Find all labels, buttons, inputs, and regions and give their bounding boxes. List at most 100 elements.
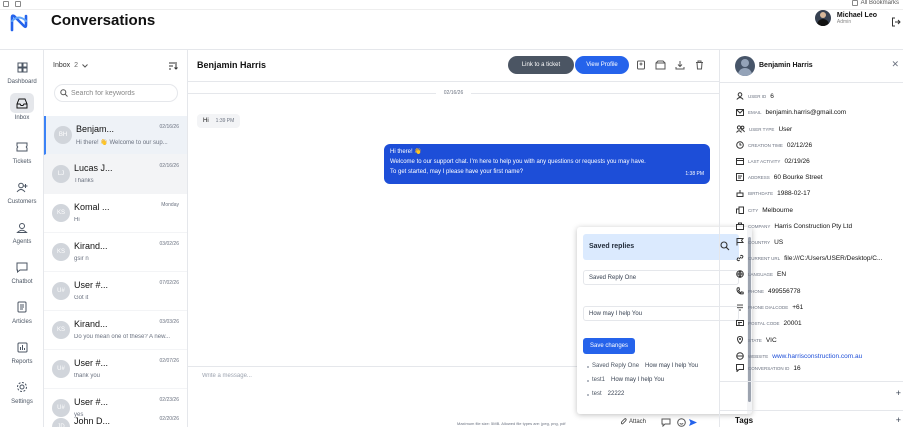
chatbot-icon [10, 257, 34, 277]
conversation-name: Kirand... [74, 319, 108, 329]
profile-field-company: Company Harris Construction Pty Ltd [736, 220, 852, 232]
trash-icon[interactable] [695, 60, 704, 70]
articles-icon [10, 297, 34, 317]
conversation-name: User #... [74, 397, 109, 407]
close-icon[interactable]: ✕ [891, 59, 899, 70]
view-profile-button[interactable]: View Profile [575, 56, 629, 74]
conversation-preview: gsir n [74, 256, 89, 262]
sidebar-item-agents[interactable]: Agents [0, 214, 44, 248]
conversation-preview: Thanks [74, 178, 94, 184]
conversation-item[interactable]: LJ Lucas J... 02/16/26 Thanks [44, 155, 187, 194]
saved-reply-item[interactable]: test 22222 [587, 391, 624, 397]
apps-icon[interactable] [15, 1, 21, 7]
calendar-icon [736, 157, 744, 165]
avatar: KS [52, 204, 70, 222]
conversation-item[interactable]: KS Kirand... 03/03/26 Do you mean one of… [44, 311, 187, 350]
logout-icon[interactable] [891, 17, 901, 27]
outgoing-message: Hi there! 👋 Welcome to our support chat.… [384, 144, 710, 184]
saved-reply-item[interactable]: test1 How may I help You [587, 377, 664, 383]
saved-replies-header: Saved replies [583, 234, 739, 260]
chat-header: Benjamin Harris Link to a ticket View Pr… [188, 50, 719, 82]
sidebar-item-reports[interactable]: Reports [0, 334, 44, 368]
page-title: Conversations [51, 12, 156, 29]
incoming-message: Hi 1:39 PM [197, 114, 241, 128]
city-icon [736, 206, 744, 214]
sidebar-item-tickets[interactable]: Tickets [0, 134, 44, 168]
avatar [814, 10, 831, 26]
web-icon [736, 352, 744, 360]
logo-icon[interactable] [8, 12, 30, 34]
saved-replies-title: Saved replies [589, 243, 635, 250]
conversation-name: Kirand... [74, 241, 108, 251]
conversation-date: 03/03/26 [159, 319, 179, 325]
dial-icon [736, 303, 744, 311]
avatar [735, 56, 755, 76]
emoji-icon[interactable] [677, 418, 686, 427]
conversation-preview: Got it [74, 295, 89, 301]
conversation-item[interactable]: BH Benjam... 02/16/26 Hi there! 👋 Welcom… [44, 116, 187, 155]
conversation-item[interactable]: KS Komal ... Monday Hi [44, 194, 187, 233]
message-time: 1:38 PM [685, 171, 704, 177]
profile-field-conversation-id: Conversation ID 16 [736, 362, 801, 374]
conversation-date: 02/23/26 [159, 397, 179, 403]
note-icon[interactable] [636, 60, 646, 70]
user-role: Admin [836, 18, 852, 25]
conversation-date: 07/02/26 [159, 280, 179, 286]
chat-icon [736, 364, 744, 372]
user-menu[interactable]: Michael Leo Admin [814, 10, 877, 26]
message-input[interactable] [202, 373, 562, 387]
profile-field-country: Country US [736, 236, 783, 248]
sidebar-item-inbox[interactable]: Inbox [0, 90, 44, 124]
conversation-preview: Do you mean one of these? A new... [74, 334, 171, 340]
profile-field-phone-dialcode: Phone Dialcode +61 [736, 301, 803, 313]
link-ticket-button[interactable]: Link to a ticket [508, 56, 574, 74]
dashboard-icon [10, 57, 34, 77]
folder-icon [851, 0, 858, 6]
all-bookmarks[interactable]: All Bookmarks [851, 0, 899, 6]
profile-field-phone: Phone 499556778 [736, 285, 801, 297]
saved-reply-item[interactable]: Saved Reply One How may I help You [587, 363, 698, 369]
download-icon[interactable] [675, 60, 685, 70]
profile-field-creation-time: Creation Time 02/12/26 [736, 139, 812, 151]
search-box[interactable] [54, 84, 178, 102]
reply-text-field[interactable]: How may I help You [583, 306, 739, 321]
mail-icon [736, 108, 744, 116]
profile-field-city: City Melbourne [736, 204, 793, 216]
users-icon [736, 125, 745, 133]
sidebar-item-chatbot[interactable]: Chatbot [0, 254, 44, 288]
date-separator: 02/16/26 [188, 88, 719, 98]
sidebar-item-dashboard[interactable]: Dashboard [0, 54, 44, 88]
profile-field-language: Language EN [736, 268, 786, 280]
sidebar-item-articles[interactable]: Articles [0, 294, 44, 328]
saved-replies-icon[interactable] [661, 418, 671, 427]
profile-field-state: State VIC [736, 334, 777, 346]
avatar: BH [54, 126, 72, 144]
archive-icon[interactable] [655, 60, 666, 70]
website-link[interactable]: www.harrisconstruction.com.au [772, 353, 862, 360]
clock-icon [736, 141, 744, 149]
sort-icon[interactable] [168, 61, 178, 70]
reply-name-field[interactable]: Saved Reply One [583, 270, 739, 285]
customers-icon [10, 177, 34, 197]
attach-button[interactable]: Attach [620, 418, 646, 426]
window-icon[interactable] [3, 1, 9, 7]
conversation-item[interactable]: U# User #... 07/02/26 Got it [44, 272, 187, 311]
paperclip-icon [620, 418, 627, 426]
send-icon[interactable] [688, 418, 698, 427]
add-tag-icon[interactable]: + [896, 415, 901, 425]
avatar: JD [52, 418, 70, 427]
inbox-filter-dropdown[interactable]: Inbox 2 [53, 62, 88, 69]
conversation-item[interactable]: KS Kirand... 03/02/26 gsir n [44, 233, 187, 272]
sidebar-item-customers[interactable]: Customers [0, 174, 44, 208]
company-icon [736, 222, 744, 230]
conversation-item[interactable]: JD John D... 02/20/26 [44, 408, 187, 427]
search-input[interactable] [71, 89, 171, 97]
save-changes-button[interactable]: Save changes [583, 338, 635, 354]
profile-field-postal-code: Postal Code 20001 [736, 317, 802, 329]
sidebar-item-settings[interactable]: Settings [0, 374, 44, 408]
conversation-item[interactable]: U# User #... 02/07/26 thank you [44, 350, 187, 389]
expand-section-icon[interactable]: + [896, 388, 901, 398]
sidebar-nav: Dashboard Inbox Tickets Customers Agents… [0, 50, 44, 427]
conversation-preview: Hi there! 👋 Welcome to our sup... [76, 140, 168, 146]
address-icon [736, 173, 744, 181]
